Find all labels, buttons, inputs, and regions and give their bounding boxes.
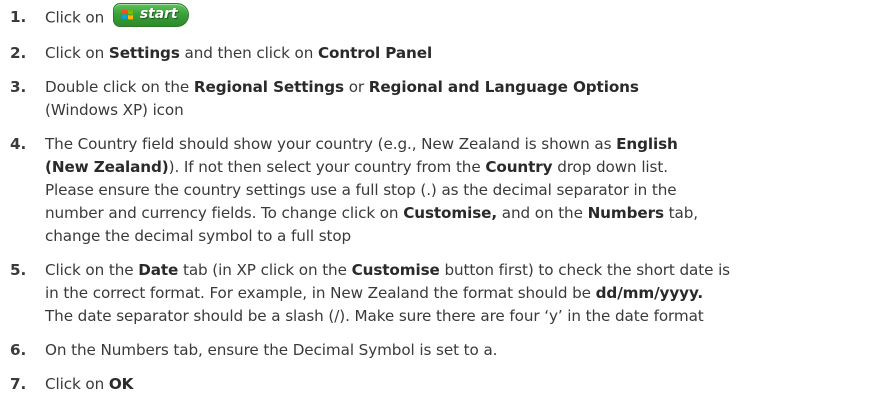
bold-term: Customise, [403,204,498,222]
bold-term: dd/mm/yyyy. [595,284,704,302]
bold-term: Settings [108,44,180,62]
text-run: The date separator should be a slash (/)… [45,307,704,325]
start-button[interactable]: start [112,3,189,27]
step-text: Click on the Date tab (in XP click on th… [45,261,730,325]
text-run: ). If not then select your country from … [168,158,486,176]
step-text: Double click on the Regional Settings or… [45,78,639,119]
bold-term: Regional Settings [193,78,344,96]
bold-term: Country [485,158,553,176]
step-text: Click on OK [45,375,133,393]
step-5: 5. Click on the Date tab (in XP click on… [0,259,875,328]
step-7: 7. Click on OK [0,373,875,396]
windows-flag-icon [121,9,133,20]
step-number: 4. [10,135,27,153]
text-run: in the correct format. For example, in N… [45,284,596,302]
text-run: Click on [45,8,109,27]
step-1: 1. Click on start [0,3,875,30]
step-number: 6. [10,341,27,359]
step-6: 6. On the Numbers tab, ensure the Decima… [0,339,875,362]
bold-term: Numbers [587,204,664,222]
text-run: or [343,78,369,96]
text-run: The Country field should show your count… [45,135,617,153]
text-run: tab (in XP click on the [178,261,352,279]
bold-term: Control Panel [317,44,433,62]
step-number: 5. [10,261,27,279]
step-text: Click on [45,9,109,27]
step-number: 2. [10,44,27,62]
step-number: 7. [10,375,27,393]
text-run: Click on the [45,261,139,279]
text-run: drop down list. [552,158,668,176]
bold-term: Customise [351,261,440,279]
text-run: and on the [497,204,588,222]
step-number: 1. [10,8,27,26]
text-run: tab, [663,204,698,222]
step-2: 2. Click on Settings and then click on C… [0,42,875,65]
text-run: Please ensure the country settings use a… [45,181,677,199]
bold-term: Regional and Language Options [368,78,639,96]
text-run: number and currency fields. To change cl… [45,204,404,222]
text-run: Click on [45,375,109,393]
text-run: Double click on the [45,78,194,96]
instruction-steps: 1. Click on start 2. Click on Settings a… [0,0,885,396]
step-text: The Country field should show your count… [45,135,698,245]
bold-term: (New Zealand) [45,158,169,176]
step-3: 3. Double click on the Regional Settings… [0,76,875,122]
text-run: button first) to check the short date is [439,261,730,279]
step-text: Click on Settings and then click on Cont… [45,44,432,62]
text-run: Click on [45,44,109,62]
text-run: (Windows XP) icon [45,101,184,119]
bold-term: OK [108,375,134,393]
step-4: 4. The Country field should show your co… [0,133,875,248]
bold-term: English [616,135,678,153]
step-number: 3. [10,78,27,96]
bold-term: Date [138,261,179,279]
step-text: On the Numbers tab, ensure the Decimal S… [45,341,497,359]
text-run: and then click on [179,44,318,62]
text-run: change the decimal symbol to a full stop [45,227,352,245]
start-button-label: start [139,6,178,22]
text-run: On the Numbers tab, ensure the Decimal S… [45,341,498,359]
